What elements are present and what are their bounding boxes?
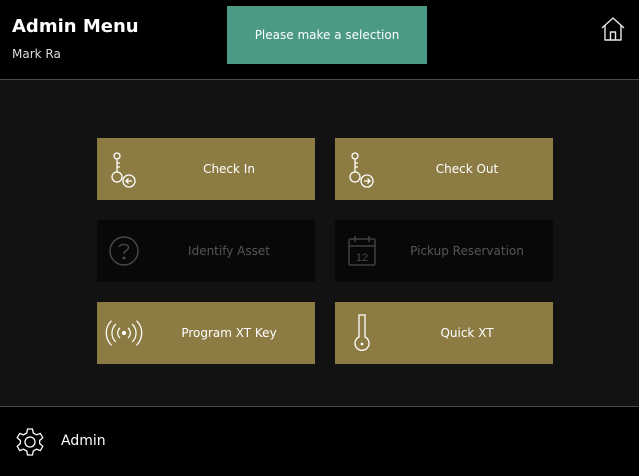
key-check-out-icon: [341, 148, 383, 190]
gear-icon[interactable]: [14, 426, 46, 458]
footer-bar: Admin: [0, 406, 639, 476]
menu-area: Check In Check Out Identify Asset 12 Pic…: [0, 80, 639, 406]
question-circle-icon: [103, 230, 145, 272]
program-xt-key-button[interactable]: Program XT Key: [97, 302, 315, 364]
key-check-in-icon: [103, 148, 145, 190]
toast-message: Please make a selection: [254, 28, 400, 42]
selection-toast: Please make a selection: [227, 6, 427, 64]
identify-asset-label: Identify Asset: [188, 244, 270, 258]
home-button[interactable]: [598, 14, 628, 44]
check-out-button[interactable]: Check Out: [335, 138, 553, 200]
quick-xt-button[interactable]: Quick XT: [335, 302, 553, 364]
page-title: Admin Menu: [12, 16, 139, 37]
check-in-label: Check In: [203, 162, 255, 176]
home-icon: [601, 17, 625, 41]
admin-label[interactable]: Admin: [61, 433, 106, 449]
header-bar: Admin Menu Mark Ra Please make a selecti…: [0, 0, 639, 80]
program-xt-key-label: Program XT Key: [181, 326, 277, 340]
check-in-button[interactable]: Check In: [97, 138, 315, 200]
key-icon: [341, 312, 383, 354]
calendar-day-number: 12: [356, 252, 368, 264]
user-name: Mark Ra: [12, 47, 61, 61]
quick-xt-label: Quick XT: [440, 326, 494, 340]
pickup-reservation-label: Pickup Reservation: [410, 244, 524, 258]
identify-asset-button[interactable]: Identify Asset: [97, 220, 315, 282]
wireless-signal-icon: [103, 312, 145, 354]
pickup-reservation-button[interactable]: 12 Pickup Reservation: [335, 220, 553, 282]
check-out-label: Check Out: [435, 162, 499, 176]
calendar-icon: 12: [341, 230, 383, 272]
